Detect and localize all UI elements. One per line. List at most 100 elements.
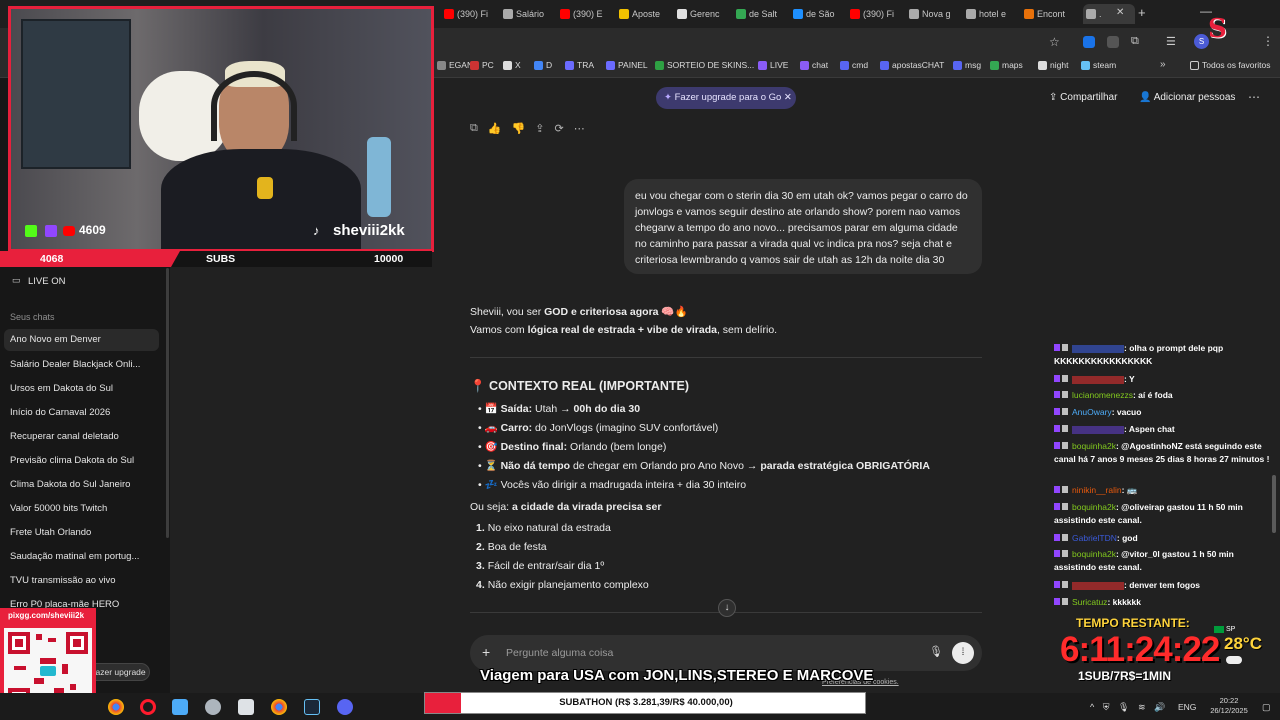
tab-favicon-icon bbox=[619, 9, 629, 19]
bookmark-item[interactable]: LIVE bbox=[758, 60, 788, 70]
speaker-icon[interactable]: 🔊 bbox=[1154, 702, 1165, 712]
share-icon[interactable]: ⇪ bbox=[535, 122, 544, 135]
browser-tab[interactable]: hotel e bbox=[966, 4, 1018, 24]
add-attachment-icon[interactable]: + bbox=[482, 644, 490, 660]
sidebar-chat-item[interactable]: Ursos em Dakota do Sul bbox=[10, 383, 158, 394]
browser-tab[interactable]: Nova g bbox=[909, 4, 961, 24]
bookmark-item[interactable]: D bbox=[534, 60, 552, 70]
bookmark-item[interactable]: maps bbox=[990, 60, 1023, 70]
sidebar-chat-item[interactable]: Ano Novo em Denver bbox=[4, 329, 159, 351]
sidebar-chat-item[interactable]: Previsão clima Dakota do Sul bbox=[10, 455, 158, 466]
sidebar-chat-item[interactable]: Clima Dakota do Sul Janeiro bbox=[10, 479, 158, 490]
browser-tab[interactable]: Gerenc bbox=[677, 4, 729, 24]
bookmark-item[interactable]: cmd bbox=[840, 60, 868, 70]
bookmarks-overflow-icon[interactable]: » bbox=[1160, 59, 1166, 70]
mic-icon[interactable]: 🎙 bbox=[1118, 702, 1129, 712]
bookmark-item[interactable]: chat bbox=[800, 60, 828, 70]
sidebar-scrollbar[interactable] bbox=[166, 268, 169, 538]
close-icon[interactable]: ✕ bbox=[781, 92, 792, 103]
bookmark-item[interactable]: TRA bbox=[565, 60, 594, 70]
browser-tab[interactable]: de Salt bbox=[736, 4, 788, 24]
tab-label: Gerenc bbox=[690, 9, 720, 19]
chat-username[interactable]: GabrielTDN bbox=[1072, 533, 1117, 543]
sidebar-live-on[interactable]: LIVE ON bbox=[28, 276, 66, 287]
chrome-active-icon[interactable] bbox=[271, 699, 287, 715]
bookmark-item[interactable]: msg bbox=[953, 60, 981, 70]
app-icon-2[interactable] bbox=[205, 699, 221, 715]
browser-tab[interactable]: Salário bbox=[503, 4, 555, 24]
browser-tab[interactable]: . bbox=[1083, 4, 1135, 24]
regenerate-icon[interactable]: ⟳ bbox=[554, 122, 563, 135]
bookmark-item[interactable]: steam bbox=[1081, 60, 1116, 70]
more-options-icon[interactable]: ⋯ bbox=[1248, 90, 1260, 104]
thumbs-down-icon[interactable]: 👎 bbox=[512, 122, 526, 135]
share-button[interactable]: ⇪ Compartilhar bbox=[1049, 92, 1117, 103]
chat-username[interactable]: AnuOwary bbox=[1072, 407, 1112, 417]
bookmark-item[interactable]: apostasCHAT bbox=[880, 60, 944, 70]
chat-username[interactable]: boquinha2k bbox=[1072, 502, 1116, 512]
app-icon-1[interactable] bbox=[172, 699, 188, 715]
bookmark-item[interactable]: PAINEL bbox=[606, 60, 648, 70]
sidebar-chat-item[interactable]: Frete Utah Orlando bbox=[10, 527, 158, 538]
chat-username[interactable]: Suricatuz bbox=[1072, 597, 1107, 607]
clock[interactable]: 20:22 26/12/2025 bbox=[1200, 696, 1258, 716]
thumbs-up-icon[interactable]: 👍 bbox=[488, 122, 502, 135]
bookmark-item[interactable]: SORTEIO DE SKINS... bbox=[655, 60, 754, 70]
app-icon-3[interactable] bbox=[238, 699, 254, 715]
composer-input[interactable]: Pergunte alguma coisa bbox=[506, 647, 613, 659]
wifi-icon[interactable]: ≋ bbox=[1138, 702, 1146, 712]
browser-tab[interactable]: (390) Fi bbox=[850, 4, 902, 24]
chat-username[interactable]: boquinha2k bbox=[1072, 441, 1116, 451]
browser-tab[interactable]: (390) Fi bbox=[444, 4, 496, 24]
sidebar-chat-item[interactable]: Salário Dealer Blackjack Onli... bbox=[10, 359, 158, 370]
sidebar-chat-item[interactable]: TVU transmissão ao vivo bbox=[10, 575, 158, 586]
notification-icon[interactable]: ▢ bbox=[1262, 702, 1271, 713]
reading-list-icon[interactable]: ☰ bbox=[1166, 35, 1176, 48]
shield-icon[interactable]: ⛨ bbox=[1103, 702, 1110, 712]
add-people-button[interactable]: 👤 Adicionar pessoas bbox=[1139, 92, 1235, 103]
upgrade-pill[interactable]: ✦ Fazer upgrade para o Go ✕ bbox=[656, 87, 796, 109]
chat-username[interactable]: lucianomenezzs bbox=[1072, 390, 1133, 400]
opera-icon[interactable] bbox=[140, 699, 156, 715]
new-tab-icon[interactable]: + bbox=[1138, 5, 1146, 20]
discord-icon[interactable] bbox=[337, 699, 353, 715]
more-icon[interactable]: ⋯ bbox=[574, 122, 585, 135]
copy-icon[interactable]: ⧉ bbox=[470, 122, 478, 135]
page-scrollbar[interactable] bbox=[1272, 475, 1276, 533]
voice-mode-button[interactable]: ⁞ bbox=[952, 642, 974, 664]
scroll-down-button[interactable]: ↓ bbox=[718, 599, 736, 617]
chat-username[interactable] bbox=[1072, 344, 1124, 353]
extension-icon-2[interactable] bbox=[1107, 36, 1119, 48]
bookmark-item[interactable]: X bbox=[503, 60, 521, 70]
chat-username[interactable] bbox=[1072, 581, 1124, 590]
extensions-puzzle-icon[interactable]: ⧉ bbox=[1131, 35, 1139, 48]
sidebar-chat-item[interactable]: Valor 50000 bits Twitch bbox=[10, 503, 158, 514]
sidebar-chat-item[interactable]: Saudação matinal em portug... bbox=[10, 551, 158, 562]
chat-username[interactable]: boquinha2k bbox=[1072, 549, 1116, 559]
chevron-up-icon[interactable]: ^ bbox=[1090, 702, 1094, 712]
extension-icon-1[interactable] bbox=[1083, 36, 1095, 48]
profile-avatar[interactable]: S bbox=[1194, 34, 1209, 49]
all-favorites[interactable]: Todos os favoritos bbox=[1190, 60, 1271, 70]
chat-username[interactable] bbox=[1072, 375, 1124, 384]
browser-tab[interactable]: de São bbox=[793, 4, 845, 24]
qr-label: pixgg.com/sheviii2k bbox=[0, 608, 96, 624]
sidebar-chat-item[interactable]: Início do Carnaval 2026 bbox=[10, 407, 158, 418]
browser-tab[interactable]: Aposte bbox=[619, 4, 671, 24]
tab-favicon-icon bbox=[503, 9, 513, 19]
bookmark-item[interactable]: PC bbox=[470, 60, 494, 70]
steam-icon[interactable] bbox=[304, 699, 320, 715]
menu-kebab-icon[interactable]: ⋮ bbox=[1262, 34, 1274, 48]
bookmark-item[interactable]: night bbox=[1038, 60, 1068, 70]
keyboard-language[interactable]: ENG bbox=[1178, 702, 1196, 712]
chat-username[interactable] bbox=[1072, 425, 1124, 434]
chat-username[interactable]: ninikin__ralin bbox=[1072, 485, 1122, 495]
sidebar-chat-item[interactable]: Recuperar canal deletado bbox=[10, 431, 158, 442]
tab-close-icon[interactable]: ✕ bbox=[1116, 7, 1124, 18]
browser-tab[interactable]: Encont bbox=[1024, 4, 1076, 24]
star-icon[interactable]: ☆ bbox=[1049, 35, 1060, 49]
chrome-icon[interactable] bbox=[108, 699, 124, 715]
browser-tab[interactable]: (390) E bbox=[560, 4, 612, 24]
bookmark-item[interactable]: EGAN bbox=[437, 60, 473, 70]
microphone-icon[interactable]: 🎙 bbox=[929, 645, 943, 658]
